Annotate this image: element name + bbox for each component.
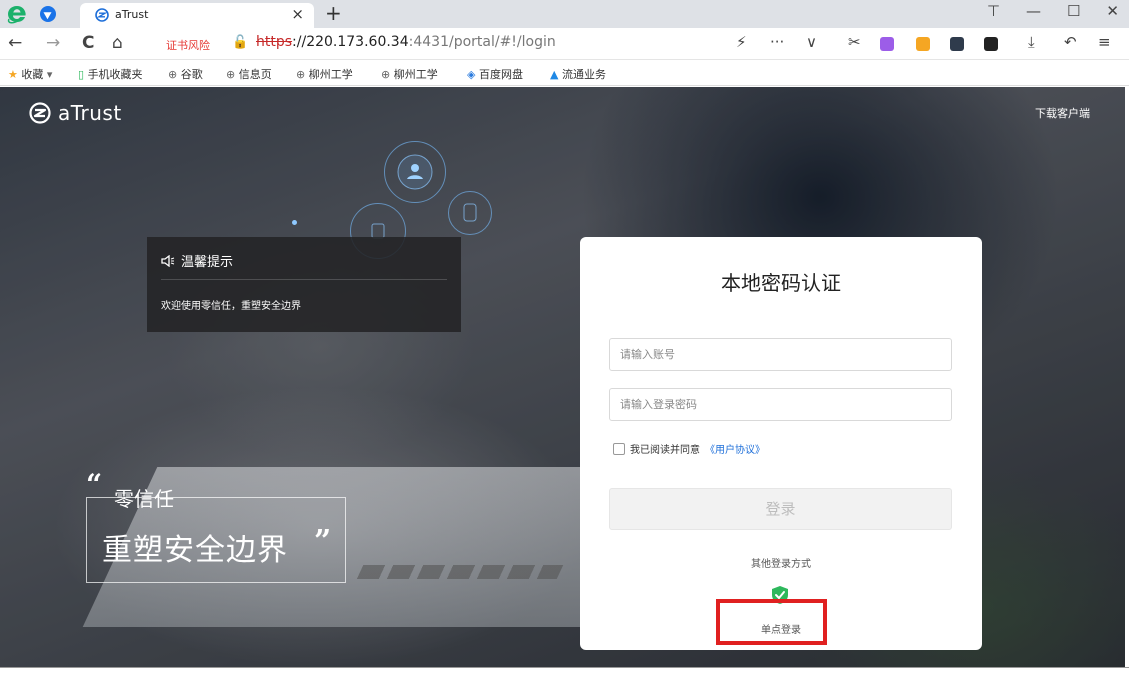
window-controls: ⊤ — ☐ ✕ [987,2,1119,20]
background-laptop-keys [356,565,564,579]
maximize-button[interactable]: ☐ [1067,2,1080,20]
new-tab-button[interactable]: + [325,1,342,25]
browser-tab-bar: aTrust × + ⊤ — ☐ ✕ [0,0,1129,28]
user-agreement-link[interactable]: 《用户协议》 [705,441,765,456]
slogan-line2: 重塑安全边界 [102,533,288,568]
globe-icon: ⊕ [381,68,391,81]
slogan-line1: 零信任 [114,487,174,511]
star-icon: ★ [8,68,18,81]
reload-button[interactable]: C [82,33,94,53]
bookmark-lzit-2[interactable]: ⊕ 柳州工学 [381,66,438,82]
baidu-pan-icon: ◈ [467,68,476,81]
notice-divider [161,279,447,280]
lightning-icon[interactable]: ⚡ [736,33,747,51]
bookmark-google[interactable]: ⊕ 谷歌 [168,66,203,82]
certificate-warning[interactable]: 证书风险 [166,37,210,53]
user-icon [397,154,433,190]
download-icon[interactable]: ⤓ [1028,33,1035,51]
brand-logo: aTrust [28,101,122,125]
skin-icon[interactable]: ⊤ [987,2,1000,20]
bookmarks-bar: ★ 收藏 ▾ ▯ 手机收藏夹 ⊕ 谷歌 ⊕ 信息页 ⊕ 柳州工学 ⊕ 柳州工学 … [0,60,1129,86]
slogan-close-quote: ” [314,524,332,559]
url-scheme: https [256,34,293,50]
login-card: 本地密码认证 我已阅读并同意 《用户协议》 登录 其他登录方式 单点登录 [580,237,982,650]
bookmark-favorites[interactable]: ★ 收藏 ▾ [8,66,52,82]
more-icon[interactable]: ··· [770,33,784,51]
back-button[interactable]: ← [8,33,22,53]
insecure-lock-icon[interactable]: 🔓 [232,35,248,50]
extension-icon[interactable] [40,6,56,22]
page-bottom-strip [0,667,1129,673]
minimize-button[interactable]: — [1026,2,1041,20]
phone-outline-icon [463,203,477,222]
tab-title: aTrust [115,8,149,21]
apps-grid-icon[interactable] [984,37,998,51]
phone-icon: ▯ [78,68,85,81]
url-host: ://220.173.60.34 [292,34,409,50]
bookmark-info[interactable]: ⊕ 信息页 [226,66,272,82]
address-bar[interactable]: https://220.173.60.34:4431/portal/#!/log… [256,34,556,50]
browser-toolbar: ← → C ⌂ 证书风险 🔓 https://220.173.60.34:443… [0,28,1129,60]
sso-highlight-box [716,599,827,645]
menu-icon[interactable]: ≡ [1098,33,1111,51]
forward-button[interactable]: → [46,33,60,53]
login-title: 本地密码认证 [721,271,841,295]
triangle-icon: ▲ [550,68,559,81]
orb-user-icon [384,141,446,203]
speaker-icon [161,254,175,267]
page-edge [1125,87,1129,673]
close-window-button[interactable]: ✕ [1106,2,1119,20]
agreement-checkbox[interactable] [613,442,625,455]
translate-icon[interactable] [880,37,894,51]
bookmark-circulation[interactable]: ▲ 流通业务 [550,66,606,82]
login-button[interactable]: 登录 [609,488,952,530]
tab-close-icon[interactable]: × [291,5,304,23]
orb-phone-icon [448,191,492,235]
browser-logo-icon[interactable] [6,4,28,24]
atrust-favicon-icon [95,8,109,22]
other-login-methods-label: 其他登录方式 [751,559,811,570]
login-page: aTrust 下载客户端 温馨提示 欢迎使用零信任，重塑安全边界 “ 零信任 重… [0,87,1125,667]
download-client-link[interactable]: 下载客户端 [1035,105,1090,121]
game-icon[interactable] [916,37,930,51]
password-input[interactable] [609,388,952,421]
slogan-open-quote: “ [86,468,103,501]
dot-decoration [292,220,297,225]
globe-icon: ⊕ [226,68,236,81]
brand-name: aTrust [58,101,122,125]
tab-atrust[interactable]: aTrust × [80,3,314,28]
atrust-logo-icon [29,102,51,124]
url-path: :4431/portal/#!/login [408,34,556,50]
notice-header: 温馨提示 [161,251,233,270]
home-button[interactable]: ⌂ [112,33,123,53]
globe-icon: ⊕ [168,68,178,81]
globe-icon: ⊕ [296,68,306,81]
cut-icon[interactable]: ✂ [848,33,861,51]
agreement-row: 我已阅读并同意 《用户协议》 [613,441,765,456]
undo-icon[interactable]: ↶ [1064,33,1077,51]
notice-title: 温馨提示 [181,255,234,270]
agreement-text: 我已阅读并同意 [630,445,700,456]
notice-text: 欢迎使用零信任，重塑安全边界 [161,301,301,312]
bookmark-baidu-pan[interactable]: ◈ 百度网盘 [467,66,523,82]
bookmark-lzit-1[interactable]: ⊕ 柳州工学 [296,66,353,82]
bookmark-mobile[interactable]: ▯ 手机收藏夹 [78,66,143,82]
notice-panel: 温馨提示 欢迎使用零信任，重塑安全边界 [147,237,461,332]
reader-icon[interactable] [950,37,964,51]
account-input[interactable] [609,338,952,371]
chevron-down-icon[interactable]: ∨ [806,33,817,51]
